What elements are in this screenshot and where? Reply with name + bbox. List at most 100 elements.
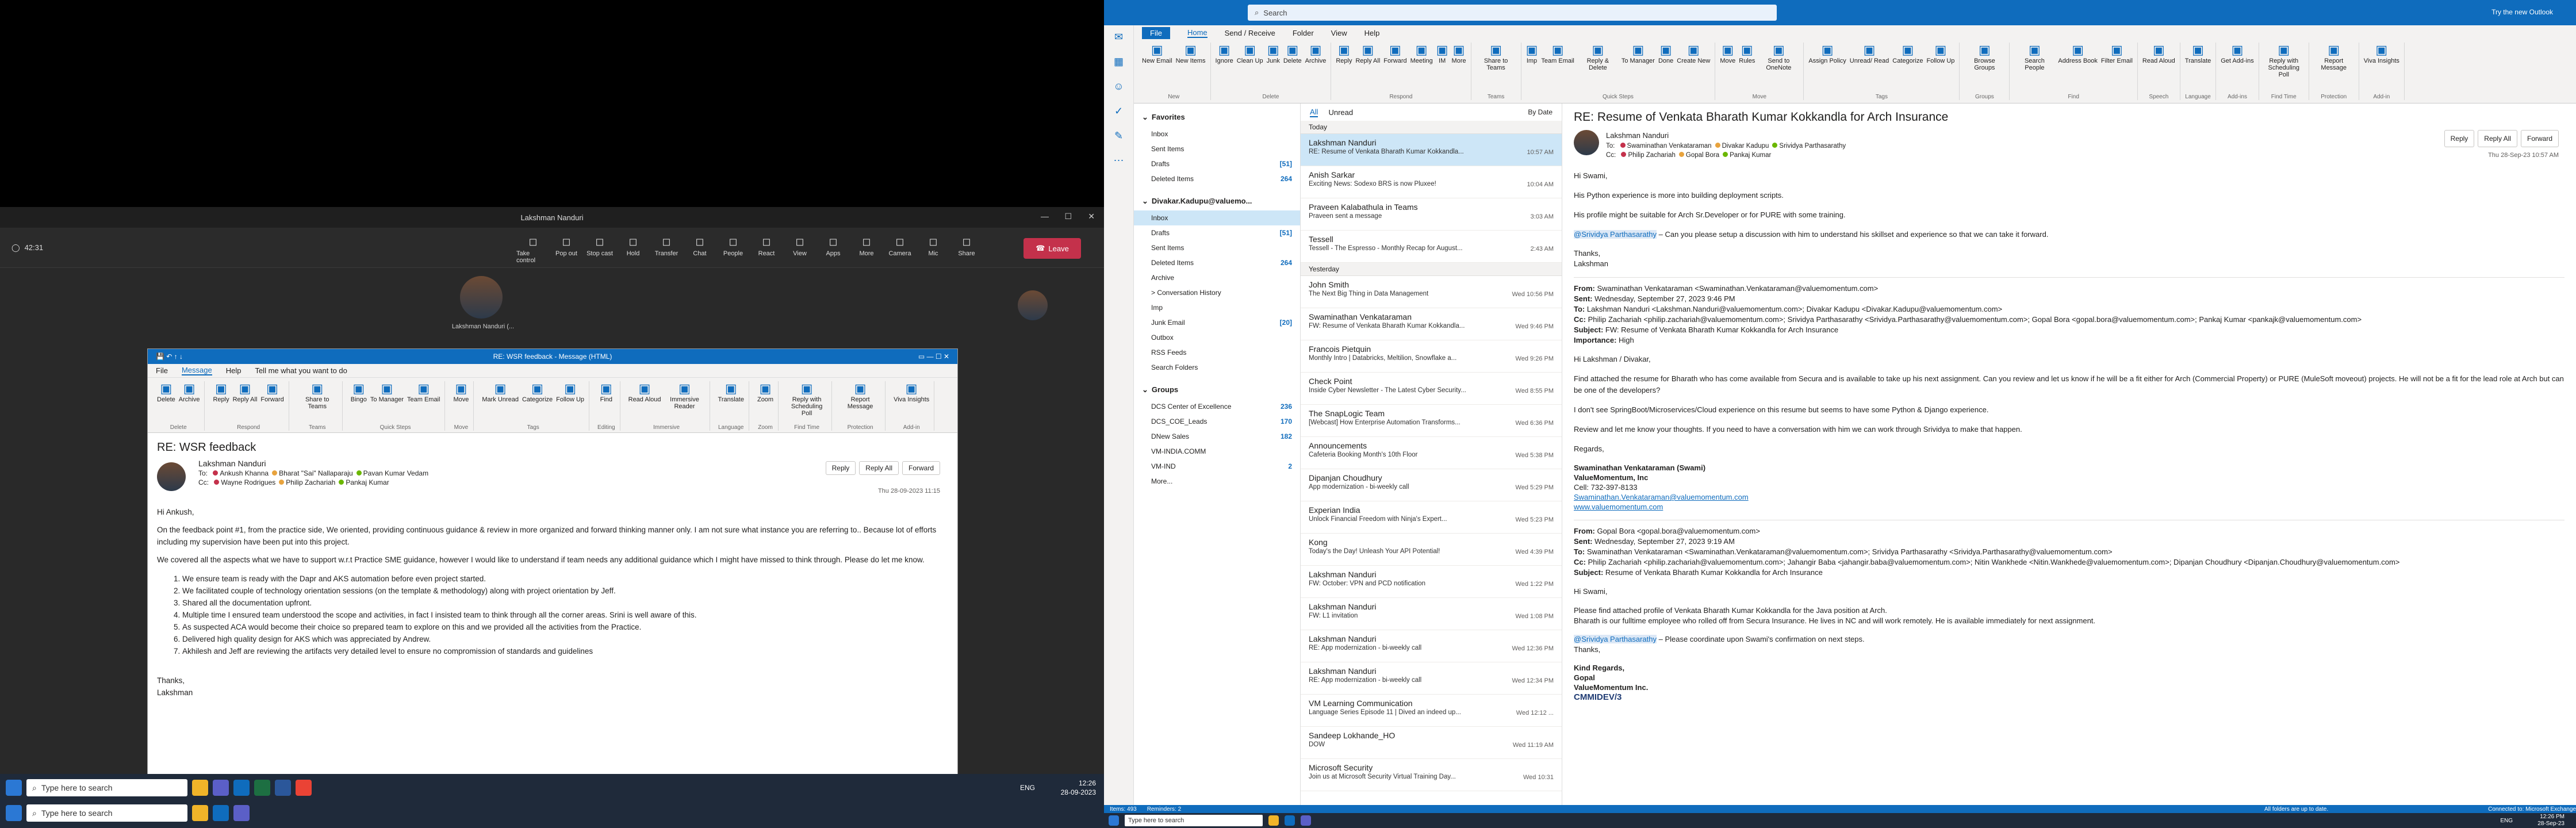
file-explorer-icon[interactable]: [192, 805, 208, 821]
more-button[interactable]: ▣ More: [1452, 43, 1466, 64]
close-icon[interactable]: ✕: [1088, 212, 1095, 221]
list-item[interactable]: Lakshman Nanduri RE: App modernization - …: [1301, 662, 1562, 695]
recipient-name[interactable]: Bharat "Sai" Nallaparaju: [279, 469, 353, 477]
categorize-button[interactable]: ▣ Categorize: [522, 381, 553, 403]
tab-file[interactable]: File: [1142, 26, 1170, 39]
recipient-name[interactable]: Philip Zachariah: [1628, 152, 1675, 159]
to-manager-button[interactable]: ▣ To Manager: [1621, 43, 1655, 64]
folder-vm-ind[interactable]: VM-IND 2: [1134, 459, 1300, 474]
pop-out-button[interactable]: ◻ Pop out: [550, 236, 583, 264]
done-button[interactable]: ▣ Done: [1658, 43, 1673, 64]
tab-help[interactable]: Help: [226, 366, 241, 375]
send-to-onenote-button[interactable]: ▣ Send to OneNote: [1758, 43, 1799, 71]
take-control-button[interactable]: ◻ Take control: [516, 236, 550, 264]
report-message-button[interactable]: ▣ Report Message: [840, 381, 880, 410]
im-button[interactable]: ▣ IM: [1436, 43, 1448, 64]
list-item[interactable]: John Smith The Next Big Thing in Data Man…: [1301, 276, 1562, 308]
report-message-button[interactable]: ▣ Report Message: [2314, 43, 2354, 71]
clock[interactable]: 12:26 PM 28-Sep-23: [2537, 814, 2564, 827]
outlook-icon[interactable]: [1285, 815, 1295, 826]
tab-folder[interactable]: Folder: [1293, 29, 1314, 37]
archive-button[interactable]: ▣ Archive: [179, 381, 200, 403]
more-apps-icon[interactable]: ⋯: [1114, 155, 1124, 167]
people-button[interactable]: ◻ People: [716, 236, 750, 264]
word-icon[interactable]: [275, 780, 291, 796]
try-new-outlook[interactable]: Try the new Outlook: [2491, 8, 2553, 16]
folder-more[interactable]: More...: [1134, 474, 1300, 489]
reply-with-scheduling-poll-button[interactable]: ▣ Reply with Scheduling Poll: [2264, 43, 2304, 78]
folder-deleted-items[interactable]: Deleted Items 264: [1134, 171, 1300, 186]
reply-all-button[interactable]: Reply All: [859, 461, 899, 475]
window-controls[interactable]: ▭ — ☐ ✕: [918, 352, 949, 361]
file-explorer-icon[interactable]: [192, 780, 208, 796]
recipient-name[interactable]: Wayne Rodrigues: [221, 478, 275, 486]
list-item[interactable]: Francois Pietquin Monthly Intro | Databri…: [1301, 340, 1562, 373]
folder-inbox[interactable]: Inbox: [1134, 210, 1300, 225]
maximize-icon[interactable]: ☐: [1064, 212, 1072, 221]
find-button[interactable]: ▣ Find: [600, 381, 612, 403]
excel-icon[interactable]: [254, 780, 270, 796]
reply-button[interactable]: ▣ Reply: [213, 381, 229, 403]
list-item[interactable]: Check Point Inside Cyber Newsletter - The…: [1301, 373, 1562, 405]
new-email-button[interactable]: ▣ New Email: [1142, 43, 1172, 64]
follow-up-button[interactable]: ▣ Follow Up: [1927, 43, 1955, 64]
folder-sent-items[interactable]: Sent Items: [1134, 141, 1300, 156]
teams-icon[interactable]: [1301, 815, 1311, 826]
immersive-reader-button[interactable]: ▣ Immersive Reader: [665, 381, 705, 410]
clock[interactable]: 12:26 28-09-2023: [1061, 779, 1096, 797]
save-icon[interactable]: 💾 ↶ ↑ ↓: [156, 352, 183, 361]
tab-help[interactable]: Help: [1364, 29, 1380, 37]
list-item[interactable]: Lakshman Nanduri FW: October: VPN and PCD…: [1301, 566, 1562, 598]
outlook-icon[interactable]: [213, 805, 229, 821]
folder-dnew-sales[interactable]: DNew Sales 182: [1134, 429, 1300, 444]
list-tab-unread[interactable]: Unread: [1328, 108, 1353, 117]
clean-up-button[interactable]: ▣ Clean Up: [1237, 43, 1263, 64]
windows-icon[interactable]: [1109, 815, 1119, 826]
folder-inbox[interactable]: Inbox: [1134, 126, 1300, 141]
zoom-button[interactable]: ▣ Zoom: [757, 381, 773, 403]
mail-icon[interactable]: ✉: [1114, 31, 1123, 43]
reply-button[interactable]: ▣ Reply: [1336, 43, 1352, 64]
bingo-button[interactable]: ▣ Bingo: [351, 381, 367, 403]
mic-button[interactable]: ◻ Mic: [917, 236, 950, 264]
ignore-button[interactable]: ▣ Ignore: [1216, 43, 1233, 64]
folder-drafts[interactable]: Drafts [51]: [1134, 225, 1300, 240]
transfer-button[interactable]: ◻ Transfer: [650, 236, 683, 264]
apps-button[interactable]: ◻ Apps: [816, 236, 850, 264]
language-indicator[interactable]: ENG: [2500, 818, 2513, 824]
reply-all-button[interactable]: ▣ Reply All: [1355, 43, 1380, 64]
address-book-button[interactable]: ▣ Address Book: [2058, 43, 2097, 64]
translate-button[interactable]: ▣ Translate: [718, 381, 744, 403]
folder-drafts[interactable]: Drafts [51]: [1134, 156, 1300, 171]
forward-button[interactable]: Forward: [902, 461, 940, 475]
list-item[interactable]: Anish Sarkar Exciting News: Sodexo BRS is…: [1301, 166, 1562, 198]
recipient-name[interactable]: Swaminathan Venkataraman: [1627, 143, 1712, 150]
view-button[interactable]: ◻ View: [783, 236, 816, 264]
forward-button[interactable]: Forward: [2520, 130, 2559, 147]
new-items-button[interactable]: ▣ New Items: [1176, 43, 1206, 64]
archive-button[interactable]: ▣ Archive: [1305, 43, 1327, 64]
delete-button[interactable]: ▣ Delete: [1283, 43, 1302, 64]
imp-button[interactable]: ▣ Imp: [1526, 43, 1538, 64]
taskbar-search-right[interactable]: Type here to search: [1125, 815, 1263, 826]
folder-junk-email[interactable]: Junk Email [20]: [1134, 315, 1300, 330]
sort-dropdown[interactable]: By Date: [1528, 108, 1552, 116]
react-button[interactable]: ◻ React: [750, 236, 783, 264]
groups-header[interactable]: ⌄ Groups: [1134, 381, 1300, 399]
favorites-header[interactable]: ⌄ Favorites: [1134, 108, 1300, 126]
list-item[interactable]: The SnapLogic Team [Webcast] How Enterpri…: [1301, 405, 1562, 437]
forward-button[interactable]: ▣ Forward: [260, 381, 283, 403]
list-item[interactable]: VM Learning Communication Language Series…: [1301, 695, 1562, 727]
stop-cast-button[interactable]: ◻ Stop cast: [583, 236, 616, 264]
team-email-button[interactable]: ▣ Team Email: [1541, 43, 1574, 64]
hold-button[interactable]: ◻ Hold: [616, 236, 650, 264]
categorize-button[interactable]: ▣ Categorize: [1892, 43, 1923, 64]
unread-read-button[interactable]: ▣ Unread/ Read: [1850, 43, 1889, 64]
mark-unread-button[interactable]: ▣ Mark Unread: [482, 381, 519, 403]
reply-button[interactable]: Reply: [2444, 130, 2475, 147]
mention[interactable]: @Srividya Parthasarathy: [1574, 635, 1657, 643]
list-item[interactable]: Dipanjan Choudhury App modernization - bi…: [1301, 469, 1562, 501]
chat-button[interactable]: ◻ Chat: [683, 236, 716, 264]
taskbar-search-2[interactable]: ⌕ Type here to search: [26, 804, 187, 822]
folder-sent-items[interactable]: Sent Items: [1134, 240, 1300, 255]
